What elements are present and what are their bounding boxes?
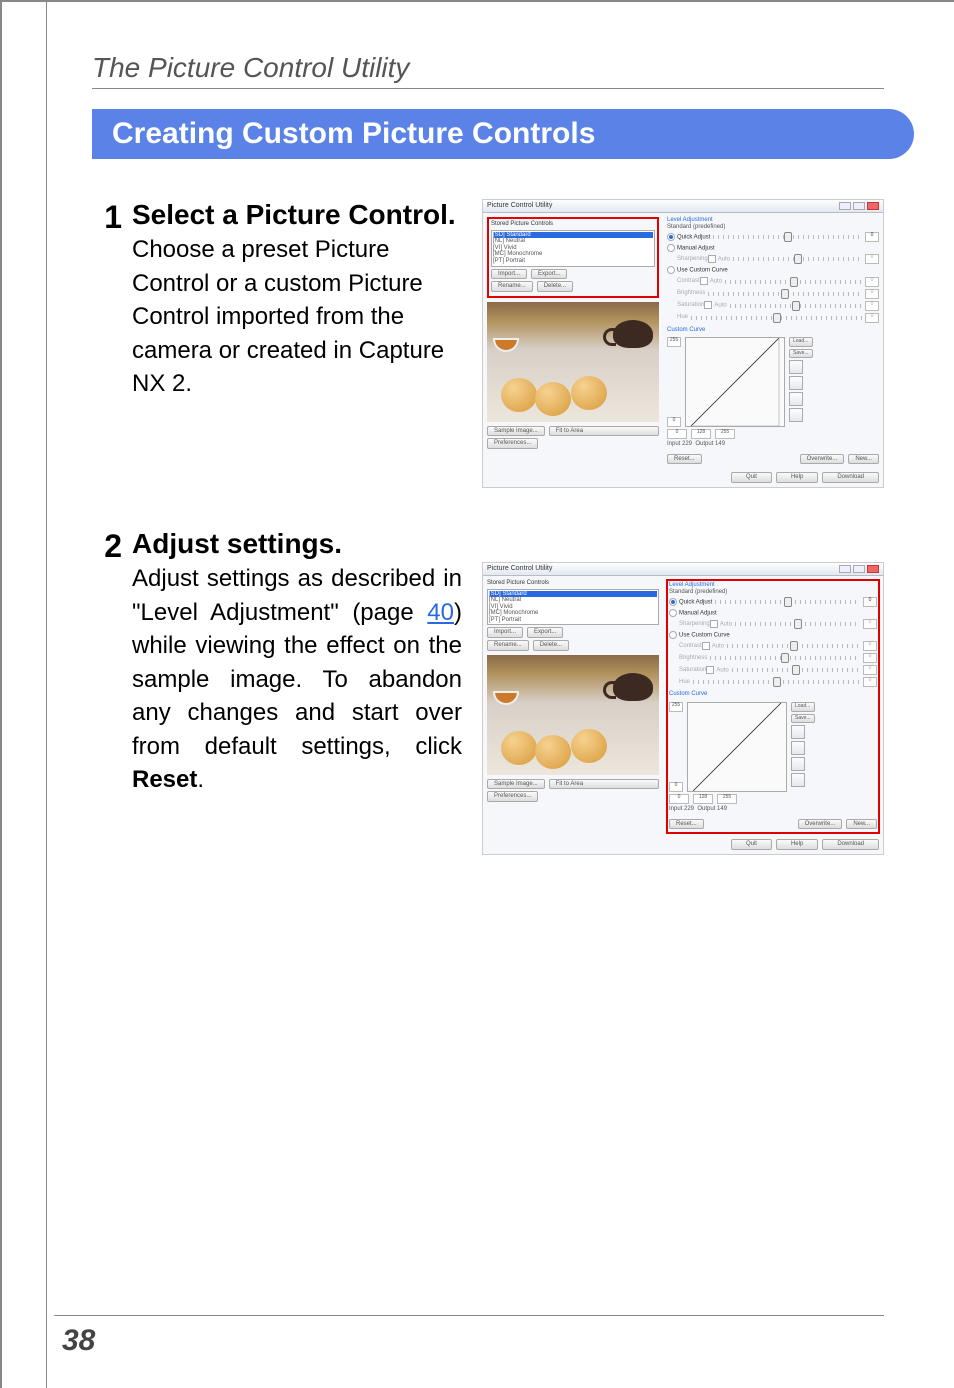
saturation-label: Saturation — [669, 667, 706, 674]
picture-control-list[interactable]: [SD] Standard [NL] Neutral [VI] Vivid [M… — [491, 230, 655, 267]
custom-curve-heading: Custom Curve — [667, 327, 879, 334]
window-title: Picture Control Utility — [487, 202, 552, 210]
sample-image — [487, 655, 659, 775]
quick-adjust-radio[interactable]: Quick Adjust — [679, 600, 712, 606]
load-button[interactable]: Load... — [791, 702, 815, 712]
brightness-label: Brightness — [667, 290, 705, 297]
banner-heading: Creating Custom Picture Controls — [92, 109, 914, 159]
screenshot-1: Picture Control Utility Stored Picture C… — [482, 199, 884, 488]
import-button[interactable]: Import... — [487, 627, 523, 638]
export-button[interactable]: Export... — [531, 269, 567, 280]
stored-controls-label: Stored Picture Controls — [487, 580, 659, 587]
level-adjustment-heading: Level Adjustment — [669, 582, 877, 589]
step-2-text: Adjust settings as described in "Level A… — [132, 562, 462, 797]
use-custom-curve-radio[interactable]: Use Custom Curve — [677, 268, 728, 274]
contrast-label: Contrast — [667, 278, 700, 285]
overwrite-button[interactable]: Overwrite... — [798, 819, 843, 830]
reset-button[interactable]: Reset... — [667, 454, 702, 465]
quit-button[interactable]: Quit — [731, 839, 772, 850]
help-button[interactable]: Help — [776, 839, 818, 850]
window-controls[interactable] — [839, 565, 879, 573]
curve-tool-icon[interactable] — [789, 360, 803, 374]
curve-tool-icon[interactable] — [789, 376, 803, 390]
step-2-number: 2 — [92, 528, 132, 565]
quit-button[interactable]: Quit — [731, 472, 772, 483]
screenshot-2: Picture Control Utility Stored Picture C… — [482, 562, 884, 855]
curve-graph[interactable] — [687, 702, 787, 792]
download-button[interactable]: Download — [822, 839, 879, 850]
curve-tool-icon[interactable] — [791, 725, 805, 739]
sharpening-label: Sharpening — [669, 621, 710, 628]
curve-tool-icon[interactable] — [791, 741, 805, 755]
list-item[interactable]: [SD] Standard — [489, 591, 657, 598]
curve-graph[interactable] — [685, 337, 785, 427]
list-item[interactable]: [NL] Neutral — [489, 597, 657, 604]
quick-adjust-radio[interactable]: Quick Adjust — [677, 235, 710, 241]
picture-control-list[interactable]: [SD] Standard [NL] Neutral [VI] Vivid [M… — [487, 589, 659, 626]
list-item[interactable]: [MC] Monochrome — [489, 610, 657, 617]
curve-tool-icon[interactable] — [789, 408, 803, 422]
list-item[interactable]: [VI] Vivid — [493, 245, 653, 252]
curve-tool-icon[interactable] — [791, 757, 805, 771]
list-item[interactable]: [MC] Monochrome — [493, 251, 653, 258]
step-1: 1 Select a Picture Control. Choose a pre… — [92, 199, 884, 488]
page-link-40[interactable]: 40 — [427, 599, 454, 626]
window-title: Picture Control Utility — [487, 565, 552, 573]
custom-curve-heading: Custom Curve — [669, 691, 877, 698]
list-item[interactable]: [VI] Vivid — [489, 604, 657, 611]
new-button[interactable]: New... — [846, 819, 877, 830]
stored-controls-label: Stored Picture Controls — [491, 221, 655, 228]
section-title: The Picture Control Utility — [92, 52, 884, 89]
rename-button[interactable]: Rename... — [491, 281, 533, 292]
sample-image — [487, 302, 659, 422]
sharpening-label: Sharpening — [667, 256, 708, 263]
use-custom-curve-radio[interactable]: Use Custom Curve — [679, 633, 730, 639]
page-number: 38 — [62, 1324, 95, 1358]
step-1-text: Choose a preset Picture Control or a cus… — [132, 233, 462, 401]
window-controls[interactable] — [839, 202, 879, 210]
manual-adjust-radio[interactable]: Manual Adjust — [679, 611, 717, 617]
load-button[interactable]: Load... — [789, 337, 813, 347]
save-button[interactable]: Save... — [789, 349, 813, 359]
export-button[interactable]: Export... — [527, 627, 563, 638]
highlight-level-adjustment: Level Adjustment Standard (predefined) Q… — [667, 580, 879, 833]
step-2-title: Adjust settings. — [132, 528, 884, 560]
help-button[interactable]: Help — [776, 472, 818, 483]
level-adjustment-sub: Standard (predefined) — [667, 224, 879, 231]
level-adjustment-heading: Level Adjustment — [667, 217, 879, 224]
contrast-label: Contrast — [669, 643, 702, 650]
saturation-label: Saturation — [667, 302, 704, 309]
delete-button[interactable]: Delete... — [537, 281, 573, 292]
step-1-title: Select a Picture Control. — [132, 199, 462, 231]
fit-to-area-select[interactable]: Fit to Area — [549, 779, 659, 790]
new-button[interactable]: New... — [848, 454, 879, 465]
import-button[interactable]: Import... — [491, 269, 527, 280]
list-item[interactable]: [NL] Neutral — [493, 238, 653, 245]
curve-tool-icon[interactable] — [791, 773, 805, 787]
reset-button[interactable]: Reset... — [669, 819, 704, 830]
curve-tool-icon[interactable] — [789, 392, 803, 406]
sample-image-button[interactable]: Sample Image... — [487, 426, 545, 437]
preferences-button[interactable]: Preferences... — [487, 438, 538, 449]
highlight-stored-controls: Stored Picture Controls [SD] Standard [N… — [487, 217, 659, 298]
list-item[interactable]: [SD] Standard — [493, 232, 653, 239]
step-1-number: 1 — [92, 199, 132, 236]
list-item[interactable]: [PT] Portrait — [493, 258, 653, 265]
hue-label: Hue — [669, 679, 690, 686]
download-button[interactable]: Download — [822, 472, 879, 483]
rename-button[interactable]: Rename... — [487, 640, 529, 651]
fit-to-area-select[interactable]: Fit to Area — [549, 426, 659, 437]
manual-adjust-radio[interactable]: Manual Adjust — [677, 246, 715, 252]
save-button[interactable]: Save... — [791, 714, 815, 724]
hue-label: Hue — [667, 314, 688, 321]
preferences-button[interactable]: Preferences... — [487, 791, 538, 802]
brightness-label: Brightness — [669, 655, 707, 662]
overwrite-button[interactable]: Overwrite... — [800, 454, 845, 465]
level-adjustment-sub: Standard (predefined) — [669, 589, 877, 596]
step-2: 2 Adjust settings. Adjust settings as de… — [92, 528, 884, 855]
delete-button[interactable]: Delete... — [533, 640, 569, 651]
list-item[interactable]: [PT] Portrait — [489, 617, 657, 624]
sample-image-button[interactable]: Sample Image... — [487, 779, 545, 790]
